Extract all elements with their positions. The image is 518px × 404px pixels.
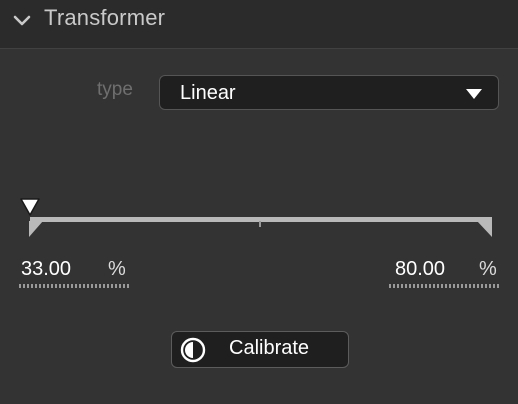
range-slider[interactable] xyxy=(0,190,518,250)
slider-min-marker[interactable] xyxy=(29,221,43,237)
type-select[interactable]: Linear xyxy=(159,75,499,110)
min-value-scrubber[interactable] xyxy=(19,284,130,288)
panel-title: Transformer xyxy=(44,5,166,30)
min-value-field[interactable]: 33.00 xyxy=(21,258,71,281)
type-select-value: Linear xyxy=(180,82,236,104)
slider-thumb[interactable] xyxy=(19,197,41,217)
max-unit: % xyxy=(479,258,497,280)
calibrate-button[interactable]: Calibrate xyxy=(171,331,349,368)
slider-max-marker[interactable] xyxy=(477,221,492,237)
type-label: type xyxy=(97,79,133,100)
max-value-field[interactable]: 80.00 xyxy=(395,258,445,281)
caret-down-icon xyxy=(466,89,482,99)
calibrate-label: Calibrate xyxy=(229,337,310,359)
min-unit: % xyxy=(108,258,126,280)
panel-header[interactable]: Transformer xyxy=(0,0,518,49)
max-value-scrubber[interactable] xyxy=(389,284,500,288)
slider-center-tick xyxy=(259,221,261,227)
slider-track[interactable] xyxy=(30,217,492,222)
chevron-down-icon[interactable] xyxy=(12,14,32,28)
contrast-icon xyxy=(180,337,206,363)
